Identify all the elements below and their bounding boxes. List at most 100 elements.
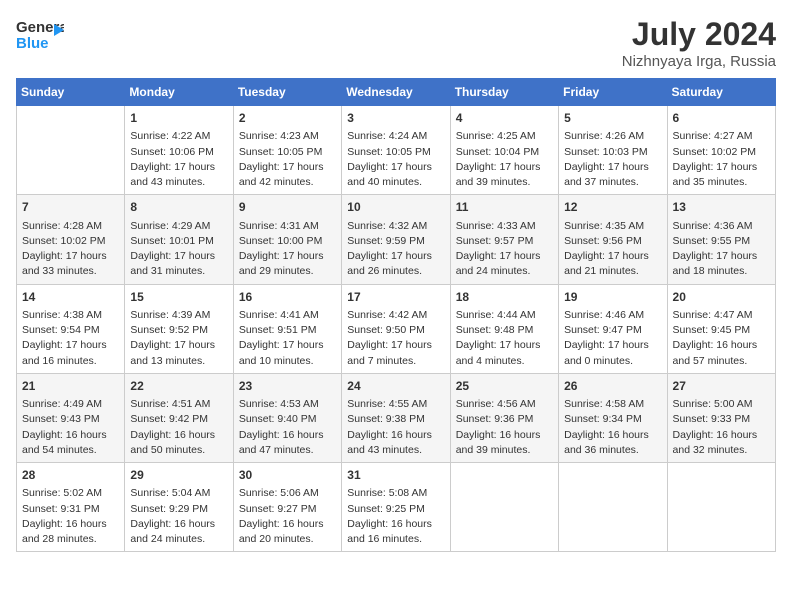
day-number: 18 xyxy=(456,289,553,306)
day-number: 9 xyxy=(239,199,336,216)
calendar-cell: 17 Sunrise: 4:42 AM Sunset: 9:50 PM Dayli… xyxy=(342,284,450,373)
calendar-cell: 15Sunrise: 4:39 AM Sunset: 9:52 PM Dayli… xyxy=(125,284,233,373)
day-details: Sunrise: 4:27 AM Sunset: 10:02 PM Daylig… xyxy=(673,129,770,190)
calendar-cell xyxy=(17,106,125,195)
calendar-cell: 4Sunrise: 4:25 AM Sunset: 10:04 PM Dayli… xyxy=(450,106,558,195)
title-area: July 2024 Nizhnyaya Irga, Russia xyxy=(622,16,776,70)
day-details: Sunrise: 5:04 AM Sunset: 9:29 PM Dayligh… xyxy=(130,486,227,547)
day-details: Sunrise: 4:55 AM Sunset: 9:38 PM Dayligh… xyxy=(347,397,444,458)
day-number: 29 xyxy=(130,467,227,484)
calendar-cell: 6 Sunrise: 4:27 AM Sunset: 10:02 PM Dayli… xyxy=(667,106,775,195)
day-number: 23 xyxy=(239,378,336,395)
day-details: Sunrise: 4:36 AM Sunset: 9:55 PM Dayligh… xyxy=(673,219,770,280)
logo-svg: GeneralBlue xyxy=(16,16,64,54)
calendar-week-row: 14Sunrise: 4:38 AM Sunset: 9:54 PM Dayli… xyxy=(17,284,776,373)
calendar-cell: 8Sunrise: 4:29 AM Sunset: 10:01 PM Dayli… xyxy=(125,195,233,284)
day-details: Sunrise: 4:23 AM Sunset: 10:05 PM Daylig… xyxy=(239,129,336,190)
calendar-cell: 5Sunrise: 4:26 AM Sunset: 10:03 PM Dayli… xyxy=(559,106,667,195)
day-number: 5 xyxy=(564,110,661,127)
day-number: 1 xyxy=(130,110,227,127)
col-header-friday: Friday xyxy=(559,79,667,106)
day-details: Sunrise: 4:53 AM Sunset: 9:40 PM Dayligh… xyxy=(239,397,336,458)
day-number: 26 xyxy=(564,378,661,395)
day-number: 12 xyxy=(564,199,661,216)
calendar-cell: 1Sunrise: 4:22 AM Sunset: 10:06 PM Dayli… xyxy=(125,106,233,195)
col-header-tuesday: Tuesday xyxy=(233,79,341,106)
calendar-cell: 29 Sunrise: 5:04 AM Sunset: 9:29 PM Dayli… xyxy=(125,463,233,552)
day-details: Sunrise: 4:44 AM Sunset: 9:48 PM Dayligh… xyxy=(456,308,553,369)
calendar-cell xyxy=(450,463,558,552)
calendar-cell: 16Sunrise: 4:41 AM Sunset: 9:51 PM Dayli… xyxy=(233,284,341,373)
day-details: Sunrise: 4:51 AM Sunset: 9:42 PM Dayligh… xyxy=(130,397,227,458)
day-number: 22 xyxy=(130,378,227,395)
day-details: Sunrise: 5:08 AM Sunset: 9:25 PM Dayligh… xyxy=(347,486,444,547)
calendar-cell: 2 Sunrise: 4:23 AM Sunset: 10:05 PM Dayli… xyxy=(233,106,341,195)
day-number: 28 xyxy=(22,467,119,484)
calendar-cell: 28 Sunrise: 5:02 AM Sunset: 9:31 PM Dayli… xyxy=(17,463,125,552)
calendar-cell xyxy=(559,463,667,552)
day-number: 25 xyxy=(456,378,553,395)
calendar-cell xyxy=(667,463,775,552)
calendar-cell: 11 Sunrise: 4:33 AM Sunset: 9:57 PM Dayli… xyxy=(450,195,558,284)
calendar-cell: 23 Sunrise: 4:53 AM Sunset: 9:40 PM Dayli… xyxy=(233,373,341,462)
month-title: July 2024 xyxy=(622,16,776,53)
day-number: 8 xyxy=(130,199,227,216)
day-number: 3 xyxy=(347,110,444,127)
day-number: 13 xyxy=(673,199,770,216)
day-number: 20 xyxy=(673,289,770,306)
day-number: 19 xyxy=(564,289,661,306)
day-number: 6 xyxy=(673,110,770,127)
calendar-cell: 21 Sunrise: 4:49 AM Sunset: 9:43 PM Dayli… xyxy=(17,373,125,462)
day-details: Sunrise: 4:32 AM Sunset: 9:59 PM Dayligh… xyxy=(347,219,444,280)
day-details: Sunrise: 4:49 AM Sunset: 9:43 PM Dayligh… xyxy=(22,397,119,458)
calendar-table: SundayMondayTuesdayWednesdayThursdayFrid… xyxy=(16,78,776,552)
calendar-cell: 10Sunrise: 4:32 AM Sunset: 9:59 PM Dayli… xyxy=(342,195,450,284)
day-details: Sunrise: 4:33 AM Sunset: 9:57 PM Dayligh… xyxy=(456,219,553,280)
calendar-cell: 27Sunrise: 5:00 AM Sunset: 9:33 PM Dayli… xyxy=(667,373,775,462)
day-number: 11 xyxy=(456,199,553,216)
calendar-cell: 18 Sunrise: 4:44 AM Sunset: 9:48 PM Dayli… xyxy=(450,284,558,373)
calendar-cell: 13 Sunrise: 4:36 AM Sunset: 9:55 PM Dayli… xyxy=(667,195,775,284)
day-number: 21 xyxy=(22,378,119,395)
col-header-thursday: Thursday xyxy=(450,79,558,106)
calendar-cell: 24Sunrise: 4:55 AM Sunset: 9:38 PM Dayli… xyxy=(342,373,450,462)
day-details: Sunrise: 4:46 AM Sunset: 9:47 PM Dayligh… xyxy=(564,308,661,369)
day-details: Sunrise: 4:42 AM Sunset: 9:50 PM Dayligh… xyxy=(347,308,444,369)
col-header-wednesday: Wednesday xyxy=(342,79,450,106)
day-details: Sunrise: 4:35 AM Sunset: 9:56 PM Dayligh… xyxy=(564,219,661,280)
day-number: 17 xyxy=(347,289,444,306)
day-number: 4 xyxy=(456,110,553,127)
day-details: Sunrise: 4:41 AM Sunset: 9:51 PM Dayligh… xyxy=(239,308,336,369)
calendar-week-row: 28 Sunrise: 5:02 AM Sunset: 9:31 PM Dayli… xyxy=(17,463,776,552)
calendar-cell: 26 Sunrise: 4:58 AM Sunset: 9:34 PM Dayli… xyxy=(559,373,667,462)
col-header-monday: Monday xyxy=(125,79,233,106)
day-details: Sunrise: 4:28 AM Sunset: 10:02 PM Daylig… xyxy=(22,219,119,280)
calendar-cell: 14Sunrise: 4:38 AM Sunset: 9:54 PM Dayli… xyxy=(17,284,125,373)
calendar-cell: 7Sunrise: 4:28 AM Sunset: 10:02 PM Dayli… xyxy=(17,195,125,284)
calendar-cell: 31 Sunrise: 5:08 AM Sunset: 9:25 PM Dayli… xyxy=(342,463,450,552)
day-number: 2 xyxy=(239,110,336,127)
calendar-cell: 25 Sunrise: 4:56 AM Sunset: 9:36 PM Dayli… xyxy=(450,373,558,462)
calendar-cell: 30Sunrise: 5:06 AM Sunset: 9:27 PM Dayli… xyxy=(233,463,341,552)
calendar-cell: 3 Sunrise: 4:24 AM Sunset: 10:05 PM Dayli… xyxy=(342,106,450,195)
day-details: Sunrise: 4:58 AM Sunset: 9:34 PM Dayligh… xyxy=(564,397,661,458)
day-details: Sunrise: 4:47 AM Sunset: 9:45 PM Dayligh… xyxy=(673,308,770,369)
col-header-saturday: Saturday xyxy=(667,79,775,106)
calendar-cell: 12 Sunrise: 4:35 AM Sunset: 9:56 PM Dayli… xyxy=(559,195,667,284)
day-details: Sunrise: 4:56 AM Sunset: 9:36 PM Dayligh… xyxy=(456,397,553,458)
calendar-cell: 19 Sunrise: 4:46 AM Sunset: 9:47 PM Dayli… xyxy=(559,284,667,373)
day-details: Sunrise: 4:31 AM Sunset: 10:00 PM Daylig… xyxy=(239,219,336,280)
day-details: Sunrise: 4:24 AM Sunset: 10:05 PM Daylig… xyxy=(347,129,444,190)
logo: GeneralBlue xyxy=(16,16,64,54)
calendar-week-row: 21 Sunrise: 4:49 AM Sunset: 9:43 PM Dayli… xyxy=(17,373,776,462)
location-title: Nizhnyaya Irga, Russia xyxy=(622,53,776,70)
col-header-sunday: Sunday xyxy=(17,79,125,106)
calendar-week-row: 7Sunrise: 4:28 AM Sunset: 10:02 PM Dayli… xyxy=(17,195,776,284)
day-details: Sunrise: 5:06 AM Sunset: 9:27 PM Dayligh… xyxy=(239,486,336,547)
day-details: Sunrise: 5:02 AM Sunset: 9:31 PM Dayligh… xyxy=(22,486,119,547)
calendar-cell: 22 Sunrise: 4:51 AM Sunset: 9:42 PM Dayli… xyxy=(125,373,233,462)
day-number: 31 xyxy=(347,467,444,484)
calendar-cell: 20 Sunrise: 4:47 AM Sunset: 9:45 PM Dayli… xyxy=(667,284,775,373)
svg-text:Blue: Blue xyxy=(16,35,49,52)
day-number: 14 xyxy=(22,289,119,306)
